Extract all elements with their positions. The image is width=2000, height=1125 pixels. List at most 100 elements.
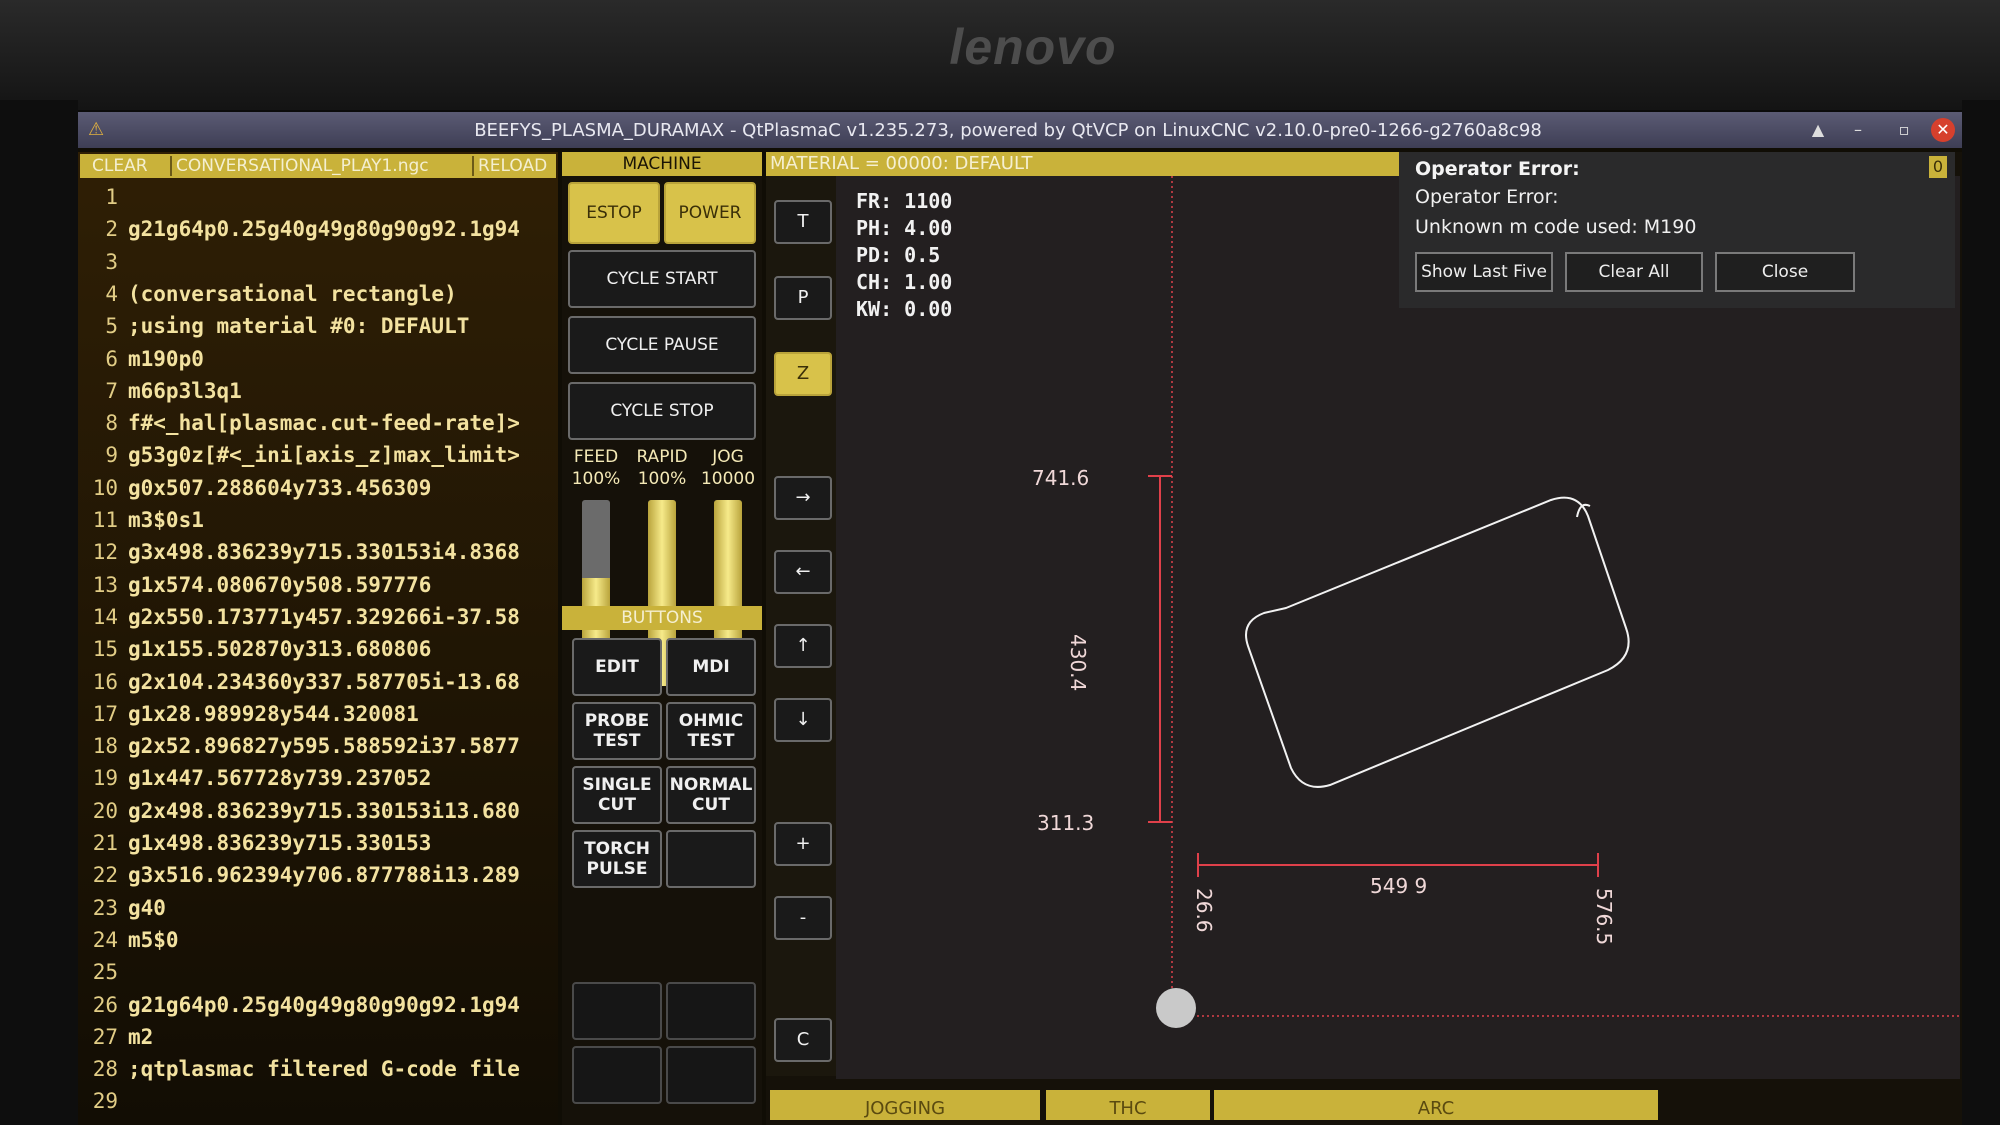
view-top-button[interactable]: T	[774, 200, 832, 244]
gcode-line[interactable]: 29	[80, 1086, 556, 1116]
toolpath-view	[1148, 176, 1960, 1028]
zoom-out-button[interactable]: -	[774, 896, 832, 940]
operator-error-dialog: Operator Error: 0 Operator Error: Unknow…	[1399, 152, 1955, 308]
gcode-text: g1x498.836239y715.330153	[128, 831, 432, 855]
gcode-line[interactable]: 17 g1x28.989928y544.320081	[80, 699, 556, 729]
gcode-line[interactable]: 24 m5$0	[80, 925, 556, 955]
buttons-header: BUTTONS	[562, 606, 762, 630]
clear-preview-button[interactable]: C	[774, 1018, 832, 1062]
clear-button[interactable]: CLEAR	[92, 156, 148, 176]
toolbar-divider	[472, 156, 474, 176]
single-cut-button[interactable]: SINGLE CUT	[572, 766, 662, 824]
button-label: OHMIC	[678, 711, 744, 731]
line-number: 2	[105, 217, 118, 242]
torch-pulse-button[interactable]: TORCH PULSE	[572, 830, 662, 888]
gcode-line[interactable]: 23 g40	[80, 893, 556, 923]
gcode-line[interactable]: 22 g3x516.962394y706.877788i13.289	[80, 860, 556, 890]
gcode-line[interactable]: 14 g2x550.173771y457.329266i-37.58	[80, 602, 556, 632]
reload-button[interactable]: RELOAD	[478, 156, 547, 176]
error-title: Operator Error:	[1415, 158, 1580, 180]
restore-window-icon[interactable]: ▫	[1892, 118, 1916, 142]
line-number: 21	[92, 831, 118, 855]
x-size-label: 549 9	[1370, 874, 1428, 898]
gcode-line[interactable]: 19 g1x447.567728y739.237052	[80, 763, 556, 793]
zoom-in-button[interactable]: +	[774, 822, 832, 866]
gcode-line[interactable]: 3	[80, 247, 556, 277]
button-label: PULSE	[586, 859, 648, 879]
gcode-text: g1x155.502870y313.680806	[128, 637, 432, 662]
tab-arc[interactable]: ARC	[1214, 1090, 1658, 1120]
gcode-line[interactable]: 6 m190p0	[80, 344, 556, 374]
estop-button[interactable]: ESTOP	[568, 182, 660, 244]
gcode-line[interactable]: 9 g53g0z[#<_ini[axis_z]max_limit>	[80, 440, 556, 470]
user-button-empty[interactable]	[666, 1046, 756, 1104]
cycle-stop-button[interactable]: CYCLE STOP	[568, 382, 756, 440]
feed-value: 100%	[571, 469, 621, 489]
gcode-text: g1x574.080670y508.597776	[128, 572, 432, 597]
pan-up-button[interactable]: ↑	[774, 624, 832, 668]
edit-button[interactable]: EDIT	[572, 638, 662, 696]
pan-right-button[interactable]: →	[774, 476, 832, 520]
gcode-line[interactable]: 13 g1x574.080670y508.597776	[80, 570, 556, 600]
gcode-line[interactable]: 10 g0x507.288604y733.456309	[80, 473, 556, 503]
pan-down-button[interactable]: ↓	[774, 698, 832, 742]
rapid-value: 100%	[637, 469, 687, 489]
view-perspective-button[interactable]: P	[774, 276, 832, 320]
button-label: TEST	[687, 731, 735, 751]
tab-thc[interactable]: THC	[1046, 1090, 1210, 1120]
gcode-line[interactable]: 16 g2x104.234360y337.587705i-13.68	[80, 667, 556, 697]
gcode-line[interactable]: 11 m3$0s1	[80, 505, 556, 535]
ohmic-test-button[interactable]: OHMIC TEST	[666, 702, 756, 760]
line-number: 17	[92, 701, 118, 726]
clear-all-button[interactable]: Clear All	[1565, 252, 1703, 292]
line-number: 19	[92, 766, 118, 791]
close-error-button[interactable]: Close	[1715, 252, 1855, 292]
user-button-empty[interactable]	[666, 830, 756, 888]
probe-test-button[interactable]: PROBE TEST	[572, 702, 662, 760]
gcode-line[interactable]: 8 f#<_hal[plasmac.cut-feed-rate]>	[80, 408, 556, 438]
close-window-button[interactable]: ✕	[1931, 118, 1955, 142]
user-button-empty[interactable]	[572, 1046, 662, 1104]
gcode-preview-canvas[interactable]: FR: 1100 PH: 4.00 PD: 0.5 CH: 1.00 KW: 0…	[836, 176, 1960, 1079]
show-last-five-button[interactable]: Show Last Five	[1415, 252, 1553, 292]
tab-jogging[interactable]: JOGGING	[770, 1090, 1040, 1120]
gcode-line[interactable]: 15 g1x155.502870y313.680806	[80, 634, 556, 664]
gcode-text: m66p3l3q1	[128, 378, 242, 403]
gcode-text: g0x507.288604y733.456309	[128, 475, 432, 500]
view-jog-column: T P Z → ← ↑ ↓ + - C	[766, 176, 836, 1076]
shade-window-icon[interactable]: ▲	[1806, 118, 1830, 142]
normal-cut-button[interactable]: NORMAL CUT	[666, 766, 756, 824]
x-min-label: 26.6	[1192, 888, 1216, 933]
gcode-line[interactable]: 26 g21g64p0.25g40g49g80g90g92.1g94	[80, 990, 556, 1020]
cycle-start-button[interactable]: CYCLE START	[568, 250, 756, 308]
gcode-line[interactable]: 5 ;using material #0: DEFAULT	[80, 311, 556, 341]
line-number: 14	[92, 604, 118, 629]
view-z-button[interactable]: Z	[774, 352, 832, 396]
gcode-line[interactable]: 7 m66p3l3q1	[80, 376, 556, 406]
pan-left-button[interactable]: ←	[774, 550, 832, 594]
gcode-line[interactable]: 18 g2x52.896827y595.588592i37.5877	[80, 731, 556, 761]
gcode-line[interactable]: 1	[80, 182, 556, 212]
gcode-line[interactable]: 20 g2x498.836239y715.330153i13.680	[80, 796, 556, 826]
button-label: NORMAL	[669, 775, 753, 795]
minimize-window-icon[interactable]: –	[1846, 118, 1870, 142]
gcode-line[interactable]: 27 m2	[80, 1022, 556, 1052]
gcode-line[interactable]: 12 g3x498.836239y715.330153i4.8368	[80, 537, 556, 567]
power-button[interactable]: POWER	[664, 182, 756, 244]
user-button-empty[interactable]	[666, 982, 756, 1040]
gcode-line[interactable]: 4 (conversational rectangle)	[80, 279, 556, 309]
slider-track	[582, 500, 610, 579]
cycle-pause-button[interactable]: CYCLE PAUSE	[568, 316, 756, 374]
gcode-line[interactable]: 21 g1x498.836239y715.330153	[80, 828, 556, 858]
gcode-line[interactable]: 25	[80, 957, 556, 987]
error-message-heading: Operator Error:	[1415, 186, 1559, 208]
mdi-button[interactable]: MDI	[666, 638, 756, 696]
button-label: PROBE	[584, 711, 650, 731]
line-number: 25	[92, 960, 118, 985]
feed-override-label: FEED 100%	[564, 446, 628, 490]
gcode-line[interactable]: 28 ;qtplasmac filtered G-code file	[80, 1054, 556, 1084]
user-button-empty[interactable]	[572, 982, 662, 1040]
gcode-line[interactable]: 2 g21g64p0.25g40g49g80g90g92.1g94	[80, 214, 556, 244]
jog-override-label: JOG 10000	[696, 446, 760, 490]
feed-label: FEED	[573, 447, 619, 467]
